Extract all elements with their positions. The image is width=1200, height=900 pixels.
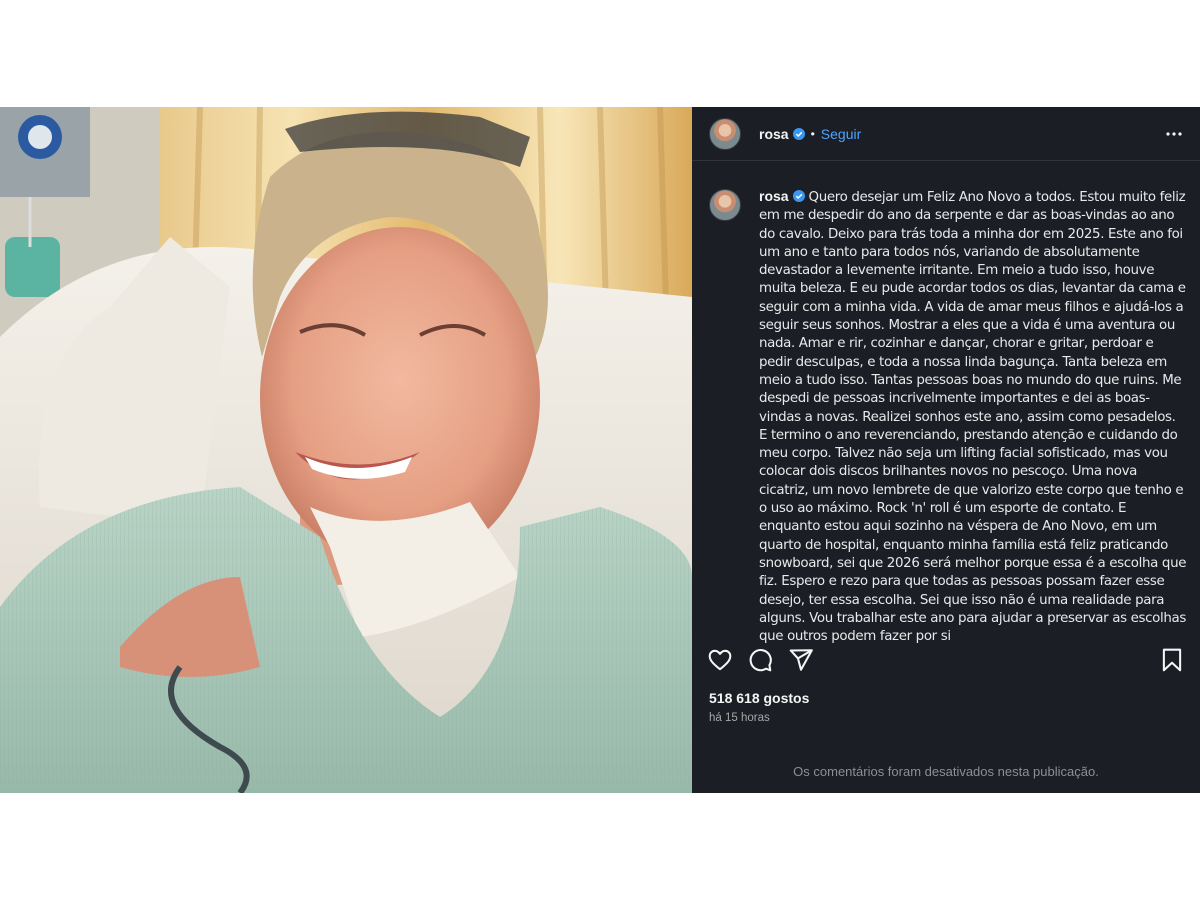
post-timestamp[interactable]: há 15 horas bbox=[709, 712, 770, 724]
post-caption: rosa Quero desejar um Feliz Ano Novo a t… bbox=[709, 187, 1187, 707]
comments-disabled-notice: Os comentários foram desativados nesta p… bbox=[793, 764, 1099, 779]
verified-badge-icon bbox=[792, 127, 805, 140]
post-photo[interactable] bbox=[0, 107, 692, 793]
action-bar bbox=[692, 647, 1200, 687]
author-avatar[interactable] bbox=[709, 117, 741, 150]
caption-username[interactable]: rosa bbox=[759, 188, 789, 204]
follow-button[interactable]: Seguir bbox=[821, 126, 861, 142]
caption-author-avatar[interactable] bbox=[709, 189, 741, 221]
heart-icon[interactable] bbox=[707, 647, 733, 673]
caption-text-block: rosa Quero desejar um Feliz Ano Novo a t… bbox=[759, 187, 1187, 707]
caption-body: Quero desejar um Feliz Ano Novo a todos.… bbox=[759, 190, 1187, 645]
verified-badge-icon bbox=[792, 190, 805, 202]
author-username[interactable]: rosa bbox=[759, 126, 805, 142]
post-sidebar: rosa • Seguir rosa Quero desejar um Feli… bbox=[692, 107, 1200, 793]
username-text[interactable]: rosa bbox=[759, 126, 789, 142]
comment-icon[interactable] bbox=[747, 647, 773, 673]
like-count[interactable]: 518 618 gostos bbox=[709, 690, 809, 706]
separator-dot: • bbox=[810, 126, 815, 141]
post-header: rosa • Seguir bbox=[692, 107, 1200, 161]
more-options-icon[interactable] bbox=[1165, 125, 1183, 143]
share-icon[interactable] bbox=[788, 647, 814, 673]
hospital-selfie-image bbox=[0, 107, 692, 793]
bookmark-icon[interactable] bbox=[1159, 647, 1185, 673]
instagram-post: rosa • Seguir rosa Quero desejar um Feli… bbox=[0, 107, 1200, 793]
